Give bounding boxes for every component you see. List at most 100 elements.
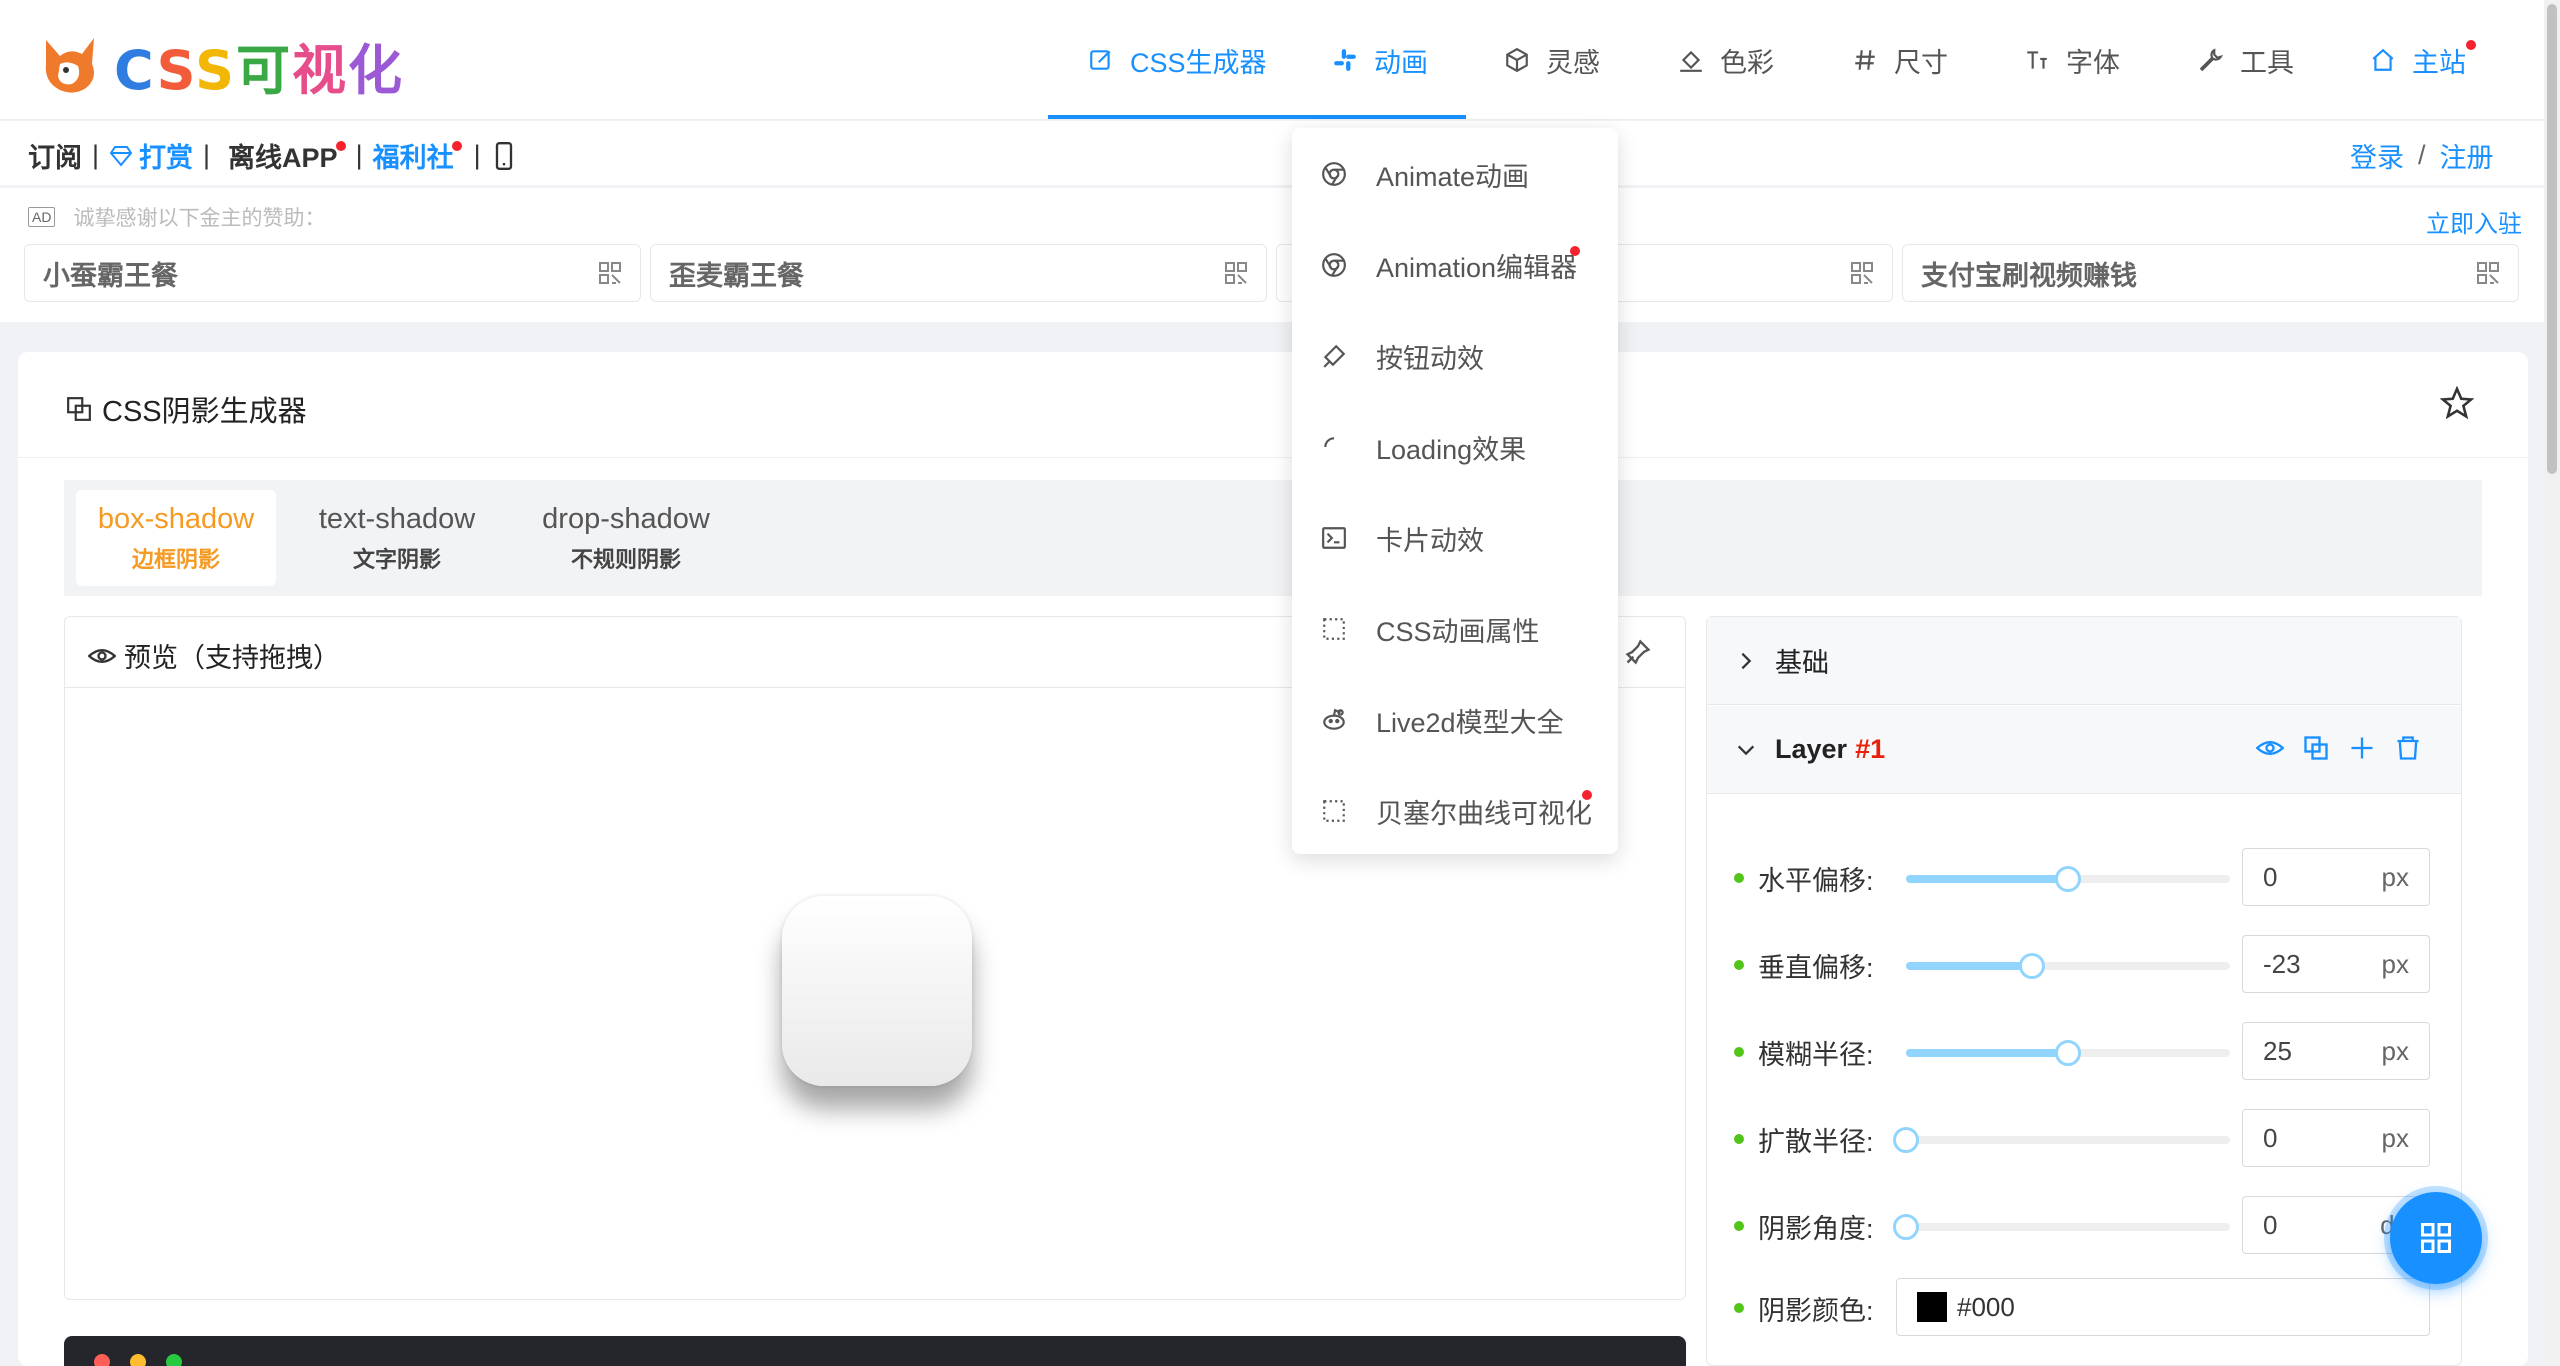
v-offset-input[interactable]: -23 px [2242, 935, 2430, 993]
angle-slider[interactable] [1893, 1214, 2230, 1240]
color-value: #000 [1957, 1291, 2015, 1322]
plus-icon[interactable] [2348, 734, 2376, 762]
font-size-icon [2022, 45, 2052, 75]
qrcode-icon [598, 261, 622, 285]
title-char-6: 化 [348, 39, 405, 102]
tab-label: box-shadow [97, 502, 255, 535]
bullet-dot [1734, 1134, 1744, 1144]
title-char-2: S [156, 39, 196, 102]
slider-handle[interactable] [1893, 1214, 1919, 1240]
spread-input[interactable]: 0 px [2242, 1109, 2430, 1167]
window-dot-red [94, 1354, 110, 1366]
control-label: 阴影颜色: [1758, 1295, 1874, 1326]
nav-home[interactable]: 主站 [2368, 38, 2466, 82]
gem-icon [109, 144, 133, 168]
nav-inspiration[interactable]: 灵感 [1502, 38, 1600, 82]
nav-label: 主站 [2412, 47, 2466, 78]
menu-item-button-effects[interactable]: 按钮动效 [1320, 326, 1484, 386]
duplicate-icon[interactable] [2302, 734, 2330, 762]
fox-logo-icon [45, 37, 94, 93]
menu-item-label: Animate动画 [1376, 161, 1530, 192]
nav-tools[interactable]: 工具 [2196, 38, 2294, 82]
slider-handle[interactable] [1893, 1127, 1919, 1153]
trash-icon[interactable] [2394, 734, 2422, 762]
basic-section-header[interactable]: 基础 [1707, 617, 2461, 705]
color-swatch [1917, 1292, 1947, 1322]
grid-menu-button[interactable] [2390, 1192, 2482, 1284]
v-offset-slider[interactable] [1906, 953, 2230, 979]
separator: | [473, 140, 481, 170]
layer-actions [2256, 734, 2422, 762]
dotted-square-icon [1320, 615, 1348, 643]
eye-icon[interactable] [2256, 734, 2284, 762]
sponsor-card[interactable]: 歪麦霸王餐 [650, 244, 1267, 302]
qrcode-icon [1224, 261, 1248, 285]
join-link[interactable]: 立即入驻 [2426, 204, 2522, 239]
chrome-icon [1320, 251, 1348, 279]
menu-item-card-effects[interactable]: 卡片动效 [1320, 508, 1484, 568]
sponsor-card[interactable]: 小蚕霸王餐 [24, 244, 641, 302]
h-offset-slider[interactable] [1906, 866, 2230, 892]
scrollbar-thumb[interactable] [2547, 4, 2557, 474]
nav-css-generator[interactable]: CSS生成器 [1086, 38, 1267, 82]
login-link[interactable]: 登录 [2350, 136, 2404, 175]
subscribe-link[interactable]: 订阅 [28, 136, 82, 175]
nav-font[interactable]: 字体 [2022, 38, 2120, 82]
menu-item-css-animation-props[interactable]: CSS动画属性 [1320, 599, 1540, 659]
auth-slash: / [2418, 140, 2426, 170]
input-value: 25 [2263, 1035, 2292, 1066]
menu-item-animate[interactable]: Animate动画 [1320, 144, 1529, 204]
menu-item-label: 按钮动效 [1376, 343, 1484, 374]
nav-size[interactable]: 尺寸 [1850, 38, 1948, 82]
spread-slider[interactable] [1893, 1127, 2230, 1153]
page-title: CSS阴影生成器 [102, 396, 307, 428]
nav-label: 色彩 [1720, 47, 1774, 78]
layer-label: Layer [1775, 734, 1848, 764]
sponsor-name: 歪麦霸王餐 [669, 260, 804, 291]
tab-text-shadow[interactable]: text-shadow 文字阴影 [300, 490, 494, 586]
offline-app-link[interactable]: 离线APP [228, 136, 338, 175]
control-row-angle: 阴影角度: [1734, 1198, 1898, 1254]
tab-drop-shadow[interactable]: drop-shadow 不规则阴影 [520, 490, 732, 586]
blur-input[interactable]: 25 px [2242, 1022, 2430, 1080]
menu-item-animation-editor[interactable]: Animation编辑器 [1320, 235, 1577, 295]
reward-link[interactable]: 打赏 [139, 136, 193, 175]
menu-item-label: 卡片动效 [1376, 525, 1484, 556]
auth-links: 登录 / 注册 [2350, 136, 2494, 175]
bullet-dot [1734, 1221, 1744, 1231]
welfare-link[interactable]: 福利社 [373, 136, 454, 175]
blur-slider[interactable] [1906, 1040, 2230, 1066]
slider-handle[interactable] [2055, 866, 2081, 892]
shadow-preview-box[interactable] [782, 896, 972, 1086]
loading-icon [1320, 433, 1348, 461]
control-row-v-offset: 垂直偏移: [1734, 937, 1898, 993]
chevron-right-icon [1735, 650, 1757, 672]
menu-item-loading[interactable]: Loading效果 [1320, 417, 1526, 477]
menu-item-label: Loading效果 [1376, 434, 1527, 465]
shadow-color-picker[interactable]: #000 [1896, 1278, 2430, 1336]
slider-handle[interactable] [2055, 1040, 2081, 1066]
input-value: -23 [2263, 948, 2301, 979]
site-logo[interactable]: CSS可视化 [38, 26, 404, 105]
h-offset-input[interactable]: 0 px [2242, 848, 2430, 906]
page-heading: CSS阴影生成器 [66, 388, 307, 430]
nav-animation[interactable]: 动画 [1330, 38, 1428, 82]
star-icon[interactable] [2440, 386, 2474, 420]
sponsor-card[interactable]: 支付宝刷视频赚钱 [1902, 244, 2519, 302]
register-link[interactable]: 注册 [2440, 136, 2494, 175]
tab-box-shadow[interactable]: box-shadow 边框阴影 [76, 490, 276, 586]
nav-label: 灵感 [1546, 47, 1600, 78]
menu-item-label: 贝塞尔曲线可视化 [1376, 798, 1592, 829]
bullet-dot [1734, 1303, 1744, 1313]
mobile-icon[interactable] [493, 141, 515, 170]
nav-color[interactable]: 色彩 [1676, 38, 1774, 82]
pin-icon[interactable] [1624, 638, 1652, 666]
welfare-badge-dot [451, 140, 462, 151]
menu-item-live2d[interactable]: Live2d模型大全 [1320, 690, 1564, 750]
grid-icon [2418, 1220, 2454, 1256]
nav-label: 动画 [1374, 47, 1428, 78]
title-char-1: C [114, 39, 157, 102]
control-label: 水平偏移: [1758, 865, 1874, 896]
slack-icon [1330, 45, 1360, 75]
menu-item-bezier[interactable]: 贝塞尔曲线可视化 [1320, 781, 1592, 841]
